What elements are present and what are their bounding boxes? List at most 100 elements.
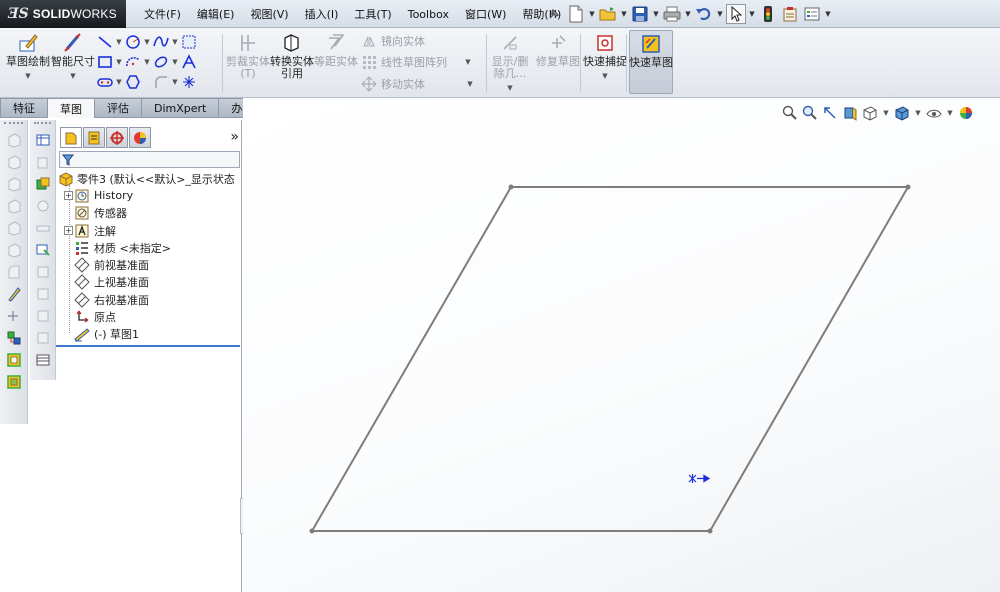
display-manager-tab-icon[interactable]: [129, 127, 151, 148]
tree-item-origin[interactable]: 原点: [58, 308, 242, 325]
extrude-cut-icon[interactable]: [4, 218, 24, 238]
menu-tools[interactable]: 工具(T): [346, 6, 399, 22]
tree-item-history[interactable]: + History: [58, 187, 242, 204]
rectangle-icon[interactable]: [96, 53, 114, 71]
sketch-button[interactable]: 草图绘制 ▼: [6, 32, 50, 82]
toolbar-grip[interactable]: [4, 122, 23, 128]
layer-icon[interactable]: [33, 262, 53, 282]
tree-item-sensors[interactable]: 传感器: [58, 205, 242, 222]
arc-icon[interactable]: [124, 53, 142, 71]
sketch-vertex[interactable]: [707, 528, 713, 534]
tree-item-material[interactable]: 材质 <未指定>: [58, 239, 242, 256]
rectangle-dropdown-icon[interactable]: ▼: [114, 58, 124, 66]
sketch-vertex[interactable]: [508, 184, 514, 190]
offset-entities-button[interactable]: 等距实体: [314, 32, 358, 68]
insert-block-icon[interactable]: [33, 306, 53, 326]
sketch-canvas[interactable]: [243, 98, 1000, 592]
text-icon[interactable]: [180, 53, 198, 71]
ellipse-dropdown-icon[interactable]: ▼: [170, 58, 180, 66]
menu-window[interactable]: 窗口(W): [457, 6, 514, 22]
graphics-area[interactable]: ▼ ▼ ▼: [243, 98, 1000, 592]
tree-item-top-plane[interactable]: 上视基准面: [58, 274, 242, 291]
fillet-icon[interactable]: [152, 73, 170, 91]
tree-item-front-plane[interactable]: 前视基准面: [58, 256, 242, 273]
color-view-icon[interactable]: [33, 174, 53, 194]
new-dropdown-icon[interactable]: ▼: [588, 10, 596, 18]
sketch-line-left[interactable]: [311, 186, 512, 532]
circle-icon[interactable]: [124, 33, 142, 51]
undo-dropdown-icon[interactable]: ▼: [716, 10, 724, 18]
gear-icon[interactable]: [33, 196, 53, 216]
block-icon[interactable]: [33, 284, 53, 304]
tree-item-sketch1[interactable]: (-) 草图1: [58, 326, 242, 343]
tab-dimxpert[interactable]: DimXpert: [142, 98, 220, 118]
open-dropdown-icon[interactable]: ▼: [620, 10, 628, 18]
solidworks-logo[interactable]: ƎS SOLIDWORKS: [0, 0, 126, 28]
part-icon[interactable]: [4, 350, 24, 370]
sketch-picture-icon[interactable]: [180, 33, 198, 51]
revolve-boss-icon[interactable]: [4, 152, 24, 172]
spline-dropdown-icon[interactable]: ▼: [170, 38, 180, 46]
display-delete-dropdown-icon[interactable]: ▼: [507, 82, 512, 94]
fillet-dropdown-icon[interactable]: ▼: [170, 78, 180, 86]
move-entities-button[interactable]: 移动实体 ▼: [360, 74, 475, 94]
tab-evaluate[interactable]: 评估: [95, 98, 142, 118]
sketch-vertex[interactable]: [309, 528, 315, 534]
trim-entities-button[interactable]: 剪裁实体(T): [226, 32, 270, 80]
repair-sketch-button[interactable]: 修复草图: [536, 32, 580, 68]
move-dropdown-icon[interactable]: ▼: [465, 80, 475, 88]
tree-rollback-bar[interactable]: [56, 345, 240, 347]
menu-insert[interactable]: 插入(I): [297, 6, 347, 22]
feature-tree-filter[interactable]: [59, 151, 240, 168]
rapid-sketch-button[interactable]: 快速草图: [629, 30, 673, 94]
print-icon[interactable]: [662, 4, 682, 24]
slot-dropdown-icon[interactable]: ▼: [114, 78, 124, 86]
tree-item-annotations[interactable]: + 注解: [58, 222, 242, 239]
print-dropdown-icon[interactable]: ▼: [684, 10, 692, 18]
sketch-vertex[interactable]: [905, 184, 911, 190]
expand-panel-icon[interactable]: »: [230, 129, 239, 145]
quick-snaps-dropdown-icon[interactable]: ▼: [602, 70, 607, 82]
display-delete-relations-button[interactable]: 显示/删除几... ▼: [488, 32, 532, 94]
property-manager-tab-icon[interactable]: [83, 127, 105, 148]
menu-edit[interactable]: 编辑(E): [189, 6, 243, 22]
expand-history-icon[interactable]: +: [64, 191, 73, 201]
line-dropdown-icon[interactable]: ▼: [114, 38, 124, 46]
copy-icon[interactable]: [33, 152, 53, 172]
sketch-dropdown-icon[interactable]: ▼: [25, 70, 30, 82]
slot-icon[interactable]: [96, 73, 114, 91]
rebuild-traffic-light-icon[interactable]: [758, 4, 778, 24]
toolbar-grip[interactable]: [34, 122, 51, 128]
tree-item-right-plane[interactable]: 右视基准面: [58, 291, 242, 308]
pin-icon[interactable]: [544, 4, 564, 24]
assembly-icon[interactable]: [4, 372, 24, 392]
linear-sketch-pattern-button[interactable]: 线性草图阵列 ▼: [360, 52, 473, 72]
open-folder-icon[interactable]: [598, 4, 618, 24]
repair-icon[interactable]: [4, 306, 24, 326]
select-entities-icon[interactable]: [33, 240, 53, 260]
spline-icon[interactable]: [152, 33, 170, 51]
relations-icon[interactable]: [4, 328, 24, 348]
save-dropdown-icon[interactable]: ▼: [652, 10, 660, 18]
ellipse-icon[interactable]: [152, 53, 170, 71]
polygon-icon[interactable]: [124, 73, 142, 91]
line-icon[interactable]: [96, 33, 114, 51]
feature-tree-tab-icon[interactable]: [60, 127, 82, 148]
menu-toolbox[interactable]: Toolbox: [400, 8, 457, 21]
sketch-line-right[interactable]: [709, 186, 909, 532]
options-icon[interactable]: [802, 4, 822, 24]
sketch-edit-icon[interactable]: [4, 284, 24, 304]
convert-entities-button[interactable]: 转换实体引用: [270, 32, 314, 80]
explode-block-icon[interactable]: [33, 328, 53, 348]
select-arrow-icon[interactable]: [726, 4, 746, 24]
new-document-icon[interactable]: [566, 4, 586, 24]
extrude-boss-icon[interactable]: [4, 130, 24, 150]
point-icon[interactable]: [180, 73, 198, 91]
file-properties-icon[interactable]: [780, 4, 800, 24]
loft-boss-icon[interactable]: [4, 196, 24, 216]
menu-view[interactable]: 视图(V): [242, 6, 296, 22]
arc-dropdown-icon[interactable]: ▼: [142, 58, 152, 66]
tab-sketch[interactable]: 草图: [48, 98, 95, 118]
menu-file[interactable]: 文件(F): [136, 6, 189, 22]
measure-icon[interactable]: [33, 218, 53, 238]
